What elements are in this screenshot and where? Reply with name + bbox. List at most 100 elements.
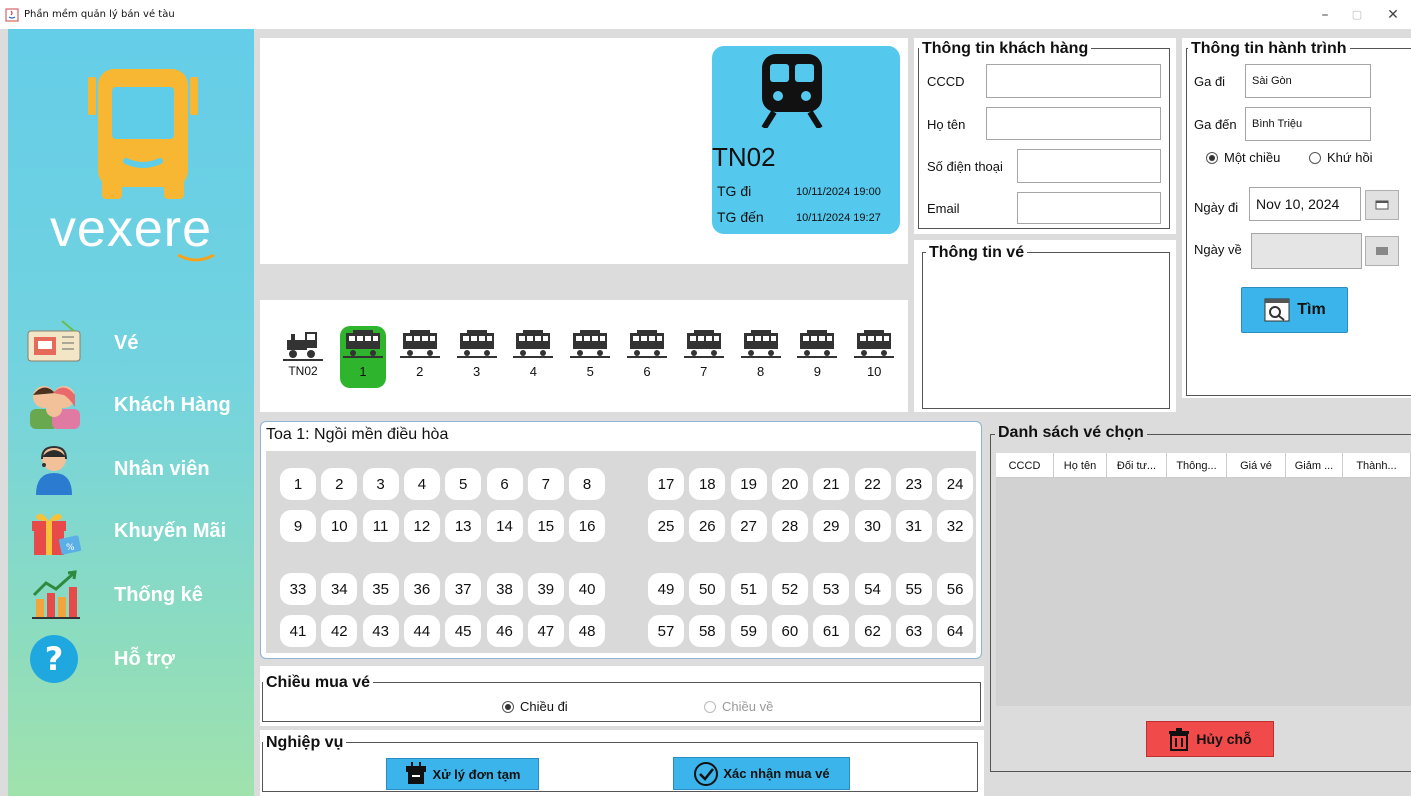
col-thanh-tien[interactable]: Thành...: [1343, 453, 1411, 478]
col-thong-tin[interactable]: Thông...: [1167, 453, 1227, 478]
confirm-purchase-button[interactable]: Xác nhận mua vé: [673, 757, 850, 790]
seat-26[interactable]: 26: [689, 510, 726, 542]
seat-60[interactable]: 60: [771, 615, 808, 647]
seat-50[interactable]: 50: [689, 573, 726, 605]
seat-8[interactable]: 8: [569, 468, 606, 500]
seat-16[interactable]: 16: [569, 510, 606, 542]
seat-2[interactable]: 2: [321, 468, 358, 500]
seat-38[interactable]: 38: [486, 573, 523, 605]
coach-5[interactable]: 5: [567, 326, 613, 379]
seat-37[interactable]: 37: [445, 573, 482, 605]
seat-19[interactable]: 19: [730, 468, 767, 500]
seat-35[interactable]: 35: [362, 573, 399, 605]
from-input[interactable]: Sài Gòn: [1245, 64, 1371, 98]
seat-7[interactable]: 7: [527, 468, 564, 500]
cancel-seat-button[interactable]: Hủy chỗ: [1146, 721, 1274, 757]
seat-1[interactable]: 1: [280, 468, 316, 500]
seat-55[interactable]: 55: [895, 573, 932, 605]
coach-8[interactable]: 8: [738, 326, 784, 379]
seat-53[interactable]: 53: [813, 573, 850, 605]
coach-4[interactable]: 4: [510, 326, 556, 379]
coach-2[interactable]: 2: [397, 326, 443, 379]
col-cccd[interactable]: CCCD: [996, 453, 1054, 478]
seat-5[interactable]: 5: [445, 468, 482, 500]
seat-13[interactable]: 13: [445, 510, 482, 542]
seat-57[interactable]: 57: [648, 615, 684, 647]
search-button[interactable]: Tìm: [1241, 287, 1348, 333]
return-date-input[interactable]: [1251, 233, 1362, 269]
seat-24[interactable]: 24: [937, 468, 974, 500]
train-card[interactable]: TN02 TG đi 10/11/2024 19:00 TG đến 10/11…: [712, 46, 900, 234]
seat-14[interactable]: 14: [486, 510, 523, 542]
seat-44[interactable]: 44: [403, 615, 440, 647]
seat-47[interactable]: 47: [527, 615, 564, 647]
seat-6[interactable]: 6: [486, 468, 523, 500]
seat-17[interactable]: 17: [648, 468, 684, 500]
seat-61[interactable]: 61: [813, 615, 850, 647]
seat-34[interactable]: 34: [321, 573, 358, 605]
seat-28[interactable]: 28: [771, 510, 808, 542]
nav-item-ve[interactable]: Vé: [8, 315, 254, 371]
seat-42[interactable]: 42: [321, 615, 358, 647]
seat-51[interactable]: 51: [730, 573, 767, 605]
seat-54[interactable]: 54: [854, 573, 891, 605]
name-input[interactable]: [986, 107, 1161, 140]
nav-item-nhan-vien[interactable]: Nhân viên: [8, 441, 254, 497]
seat-29[interactable]: 29: [813, 510, 850, 542]
seat-43[interactable]: 43: [362, 615, 399, 647]
depart-date-input[interactable]: Nov 10, 2024: [1249, 187, 1361, 221]
seat-30[interactable]: 30: [854, 510, 891, 542]
return-date-picker-button[interactable]: [1365, 236, 1399, 266]
seat-64[interactable]: 64: [937, 615, 974, 647]
seat-41[interactable]: 41: [280, 615, 316, 647]
seat-46[interactable]: 46: [486, 615, 523, 647]
seat-31[interactable]: 31: [895, 510, 932, 542]
seat-56[interactable]: 56: [937, 573, 974, 605]
seat-62[interactable]: 62: [854, 615, 891, 647]
seat-15[interactable]: 15: [527, 510, 564, 542]
seat-25[interactable]: 25: [648, 510, 684, 542]
col-gia-ve[interactable]: Giá vé: [1227, 453, 1286, 478]
return-radio[interactable]: Chiều về: [704, 699, 773, 714]
outbound-radio[interactable]: Chiều đi: [502, 699, 568, 714]
maximize-button[interactable]: ▢: [1337, 0, 1377, 29]
col-giam[interactable]: Giảm ...: [1286, 453, 1343, 478]
seat-27[interactable]: 27: [730, 510, 767, 542]
seat-23[interactable]: 23: [895, 468, 932, 500]
one-way-radio[interactable]: Một chiều: [1206, 150, 1280, 165]
seat-58[interactable]: 58: [689, 615, 726, 647]
coach-7[interactable]: 7: [681, 326, 727, 379]
to-input[interactable]: Bình Triệu: [1245, 107, 1371, 141]
nav-item-khuyen-mai[interactable]: % Khuyến Mãi: [8, 503, 254, 559]
round-trip-radio[interactable]: Khứ hồi: [1309, 150, 1373, 165]
seat-59[interactable]: 59: [730, 615, 767, 647]
seat-21[interactable]: 21: [813, 468, 850, 500]
close-button[interactable]: ✕: [1373, 0, 1411, 29]
seat-36[interactable]: 36: [403, 573, 440, 605]
nav-item-khach-hang[interactable]: Khách Hàng: [8, 377, 254, 433]
seat-12[interactable]: 12: [403, 510, 440, 542]
seat-33[interactable]: 33: [280, 573, 316, 605]
selected-tickets-table-body[interactable]: [996, 478, 1411, 706]
locomotive[interactable]: TN02: [280, 326, 326, 378]
coach-1[interactable]: 1: [340, 326, 386, 388]
seat-40[interactable]: 40: [569, 573, 606, 605]
seat-45[interactable]: 45: [445, 615, 482, 647]
seat-52[interactable]: 52: [771, 573, 808, 605]
seat-22[interactable]: 22: [854, 468, 891, 500]
coach-3[interactable]: 3: [454, 326, 500, 379]
seat-10[interactable]: 10: [321, 510, 358, 542]
col-ho-ten[interactable]: Họ tên: [1054, 453, 1107, 478]
col-doi-tuong[interactable]: Đối tư...: [1107, 453, 1167, 478]
seat-48[interactable]: 48: [569, 615, 606, 647]
coach-9[interactable]: 9: [794, 326, 840, 379]
cccd-input[interactable]: [986, 64, 1161, 98]
seat-63[interactable]: 63: [895, 615, 932, 647]
coach-10[interactable]: 10: [851, 326, 897, 379]
temp-orders-button[interactable]: Xử lý đơn tạm: [386, 758, 539, 790]
seat-39[interactable]: 39: [527, 573, 564, 605]
phone-input[interactable]: [1017, 149, 1161, 183]
depart-date-picker-button[interactable]: [1365, 190, 1399, 220]
seat-11[interactable]: 11: [362, 510, 399, 542]
coach-6[interactable]: 6: [624, 326, 670, 379]
